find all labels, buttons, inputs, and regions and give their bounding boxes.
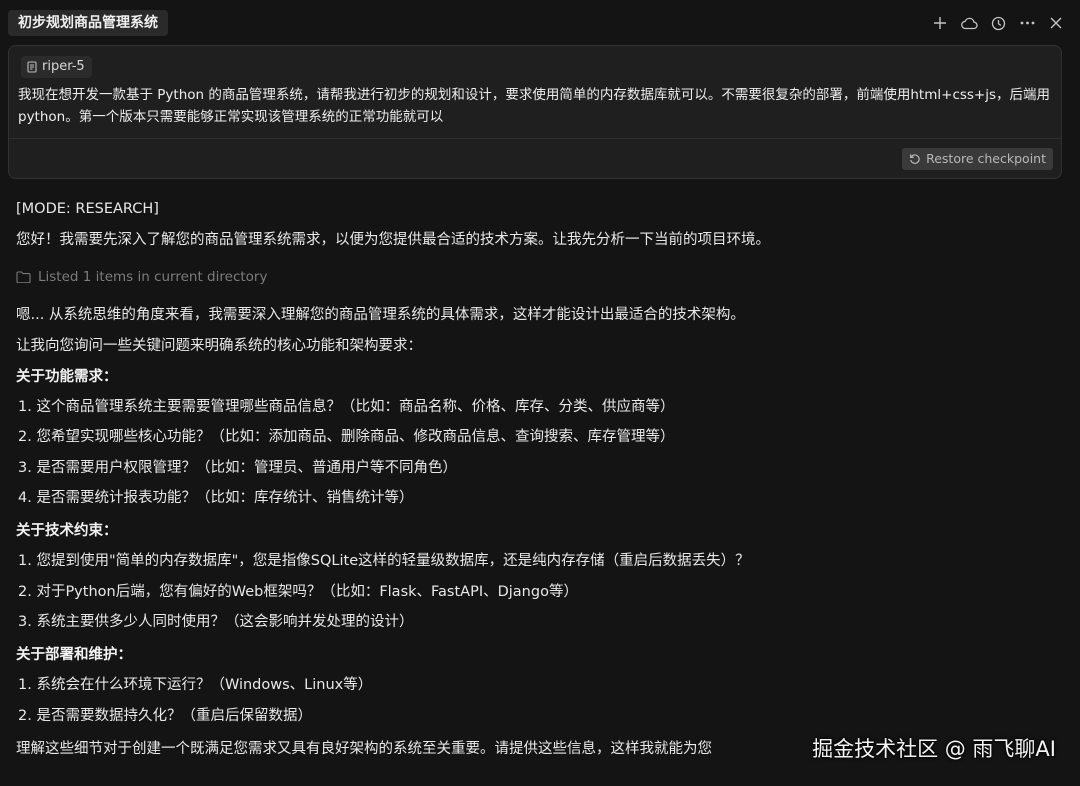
restore-icon [910,154,920,164]
ellipsis-icon[interactable] [1017,13,1037,33]
list-item: 1. 这个商品管理系统主要需要管理哪些商品信息？（比如：商品名称、价格、库存、分… [18,399,675,415]
file-icon [27,61,37,73]
assistant-intro: 您好！我需要先深入了解您的商品管理系统需求，以便为您提供最合适的技术方案。让我先… [16,232,770,248]
history-icon[interactable] [988,13,1008,33]
top-bar: 初步规划商品管理系统 [0,0,1080,46]
top-actions [921,13,1066,33]
tool-call-status[interactable]: Listed 1 items in current directory [16,267,267,287]
section-heading-functional: 关于功能需求： [16,369,118,385]
assistant-thinking: 嗯... 从系统思维的角度来看，我需要深入理解您的商品管理系统的具体需求，这样才… [16,307,745,323]
list-item: 2. 对于Python后端，您有偏好的Web框架吗？（比如：Flask、Fast… [18,584,578,600]
folder-icon [16,271,31,283]
mode-label: [MODE: RESEARCH] [16,201,159,217]
assistant-closing: 理解这些细节对于创建一个既满足您需求又具有良好架构的系统至关重要。请提供这些信息… [16,741,712,757]
rule-tag[interactable]: riper-5 [21,56,92,78]
list-item: 3. 系统主要供多少人同时使用？（这会影响并发处理的设计） [18,614,414,630]
ask-intro: 让我向您询问一些关键问题来明确系统的核心功能和架构要求： [16,338,422,354]
tool-call-label: Listed 1 items in current directory [38,269,268,285]
list-item: 2. 是否需要数据持久化？（重启后保留数据） [18,708,312,724]
list-item: 2. 您希望实现哪些核心功能？（比如：添加商品、删除商品、修改商品信息、查询搜索… [18,429,675,445]
rule-tag-label: riper-5 [42,59,85,74]
section-heading-technical: 关于技术约束： [16,523,118,539]
list-item: 1. 您提到使用"简单的内存数据库"，您是指像SQLite这样的轻量级数据库，还… [18,553,750,569]
plus-icon[interactable] [930,13,950,33]
section-heading-deployment: 关于部署和维护： [16,647,132,663]
cloud-icon[interactable] [959,13,979,33]
watermark: 掘金技术社区 @ 雨飞聊AI [812,737,1056,761]
user-message-card[interactable]: riper-5 我现在想开发一款基于 Python 的商品管理系统，请帮我进行初… [8,45,1062,179]
user-message-text: 我现在想开发一款基于 Python 的商品管理系统，请帮我进行初步的规划和设计，… [18,87,1051,125]
list-item: 3. 是否需要用户权限管理？（比如：管理员、普通用户等不同角色） [18,460,457,476]
chat-title[interactable]: 初步规划商品管理系统 [8,10,168,36]
restore-checkpoint-label: Restore checkpoint [926,151,1046,166]
close-icon[interactable] [1046,13,1066,33]
restore-checkpoint-button[interactable]: Restore checkpoint [902,148,1053,170]
card-divider [9,138,1061,139]
list-item: 4. 是否需要统计报表功能？（比如：库存统计、销售统计等） [18,490,414,506]
list-item: 1. 系统会在什么环境下运行？（Windows、Linux等） [18,677,373,693]
